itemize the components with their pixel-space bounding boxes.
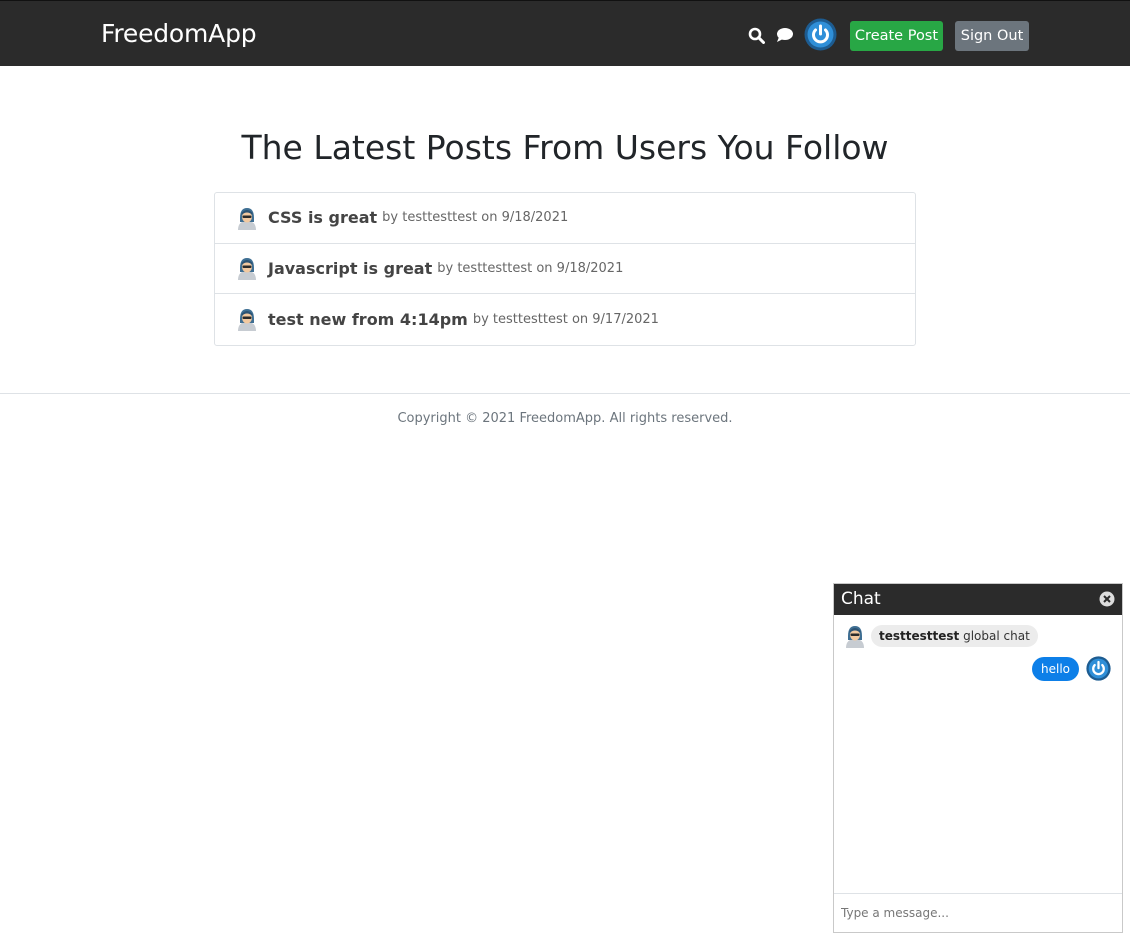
post-meta: by testtesttest on 9/17/2021 — [472, 311, 659, 327]
footer-divider — [0, 393, 1130, 394]
user-avatar-icon — [236, 206, 258, 230]
power-avatar-icon[interactable] — [804, 18, 837, 51]
list-item[interactable]: Javascript is great by testtesttest on 9… — [215, 244, 915, 294]
post-meta: by testtesttest on 9/18/2021 — [437, 260, 624, 276]
close-icon[interactable] — [1099, 591, 1115, 607]
chat-title: Chat — [841, 589, 881, 609]
chat-username[interactable]: testtesttest — [879, 629, 959, 643]
chat-header: Chat — [834, 584, 1122, 615]
chat-bubble-outgoing: hello — [1032, 656, 1079, 681]
user-avatar-icon — [236, 307, 258, 332]
brand-logo[interactable]: FreedomApp — [101, 19, 257, 48]
sign-out-button[interactable]: Sign Out — [955, 21, 1029, 51]
chat-panel: Chat testtesttest global chat hello — [833, 583, 1123, 933]
page-title: The Latest Posts From Users You Follow — [241, 128, 889, 167]
post-meta: by testtesttest on 9/18/2021 — [382, 210, 569, 226]
chat-bubble-icon[interactable] — [775, 26, 795, 44]
chat-message-text: global chat — [963, 629, 1030, 643]
navbar: FreedomApp Create Post Sign Out — [0, 0, 1130, 66]
chat-input-container — [834, 893, 1122, 932]
chat-message-incoming: testtesttest global chat — [844, 624, 1038, 648]
list-item[interactable]: test new from 4:14pm by testtesttest on … — [215, 294, 915, 345]
chat-message-input[interactable] — [834, 894, 1122, 932]
post-title[interactable]: Javascript is great — [268, 259, 432, 278]
user-avatar-icon[interactable] — [844, 624, 866, 648]
post-list: CSS is great by testtesttest on 9/18/202… — [214, 192, 916, 346]
search-icon[interactable] — [747, 26, 766, 45]
user-avatar-icon — [236, 256, 258, 281]
power-avatar-icon[interactable] — [1086, 656, 1111, 681]
footer-copyright: Copyright © 2021 FreedomApp. All rights … — [397, 411, 733, 426]
chat-message-outgoing: hello — [1032, 656, 1111, 681]
post-title[interactable]: test new from 4:14pm — [268, 310, 468, 329]
create-post-button[interactable]: Create Post — [850, 21, 943, 51]
list-item[interactable]: CSS is great by testtesttest on 9/18/202… — [215, 193, 915, 244]
chat-bubble-incoming: testtesttest global chat — [871, 625, 1038, 647]
post-title[interactable]: CSS is great — [268, 208, 377, 227]
